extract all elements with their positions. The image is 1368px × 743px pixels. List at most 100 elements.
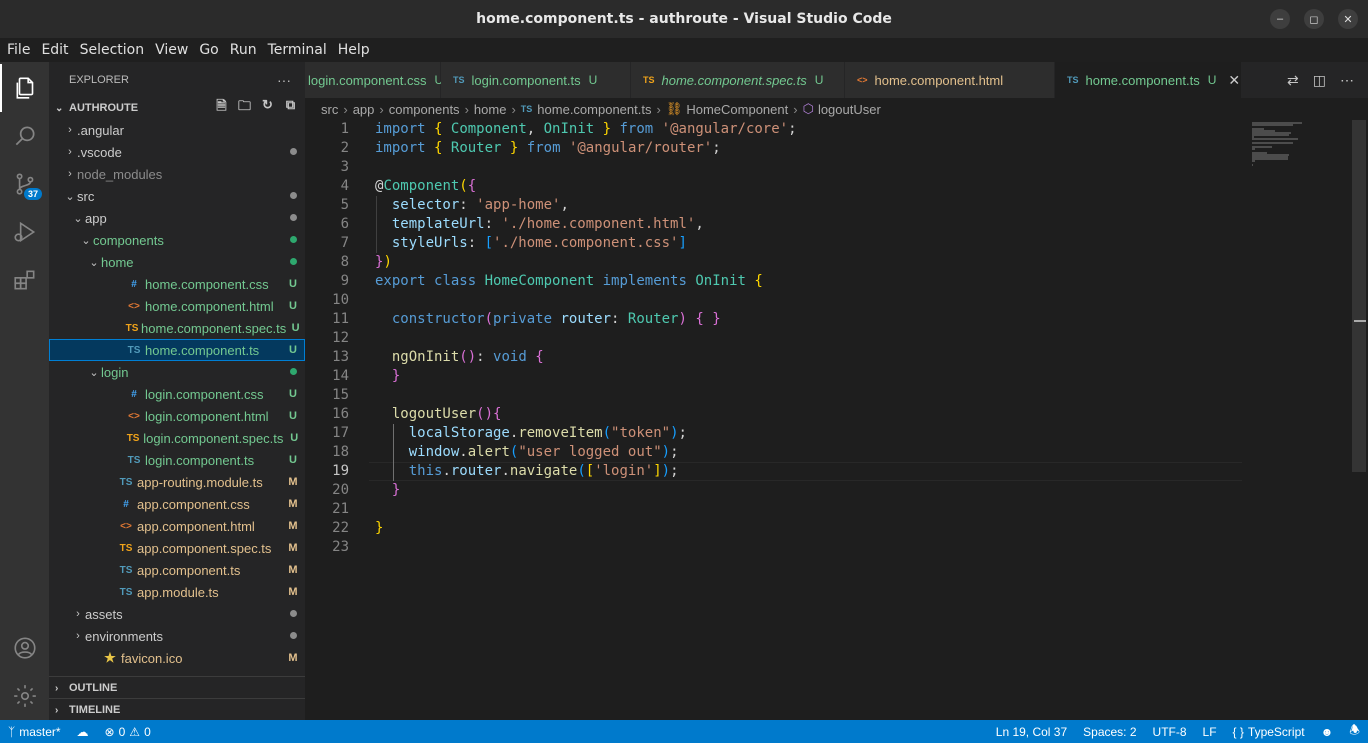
file-item[interactable]: # app.component.css M <box>49 493 305 515</box>
new-file-icon[interactable]: 🗎 <box>213 97 230 119</box>
code-line[interactable]: 17 localStorage.removeItem("token"); <box>305 424 1368 443</box>
split-editor-icon[interactable]: ◫ <box>1313 72 1326 89</box>
file-item[interactable]: <> home.component.html U <box>49 295 305 317</box>
minimize-icon[interactable]: – <box>1270 9 1290 29</box>
breadcrumb-item[interactable]: logoutUser <box>818 102 881 117</box>
branch-status[interactable]: ᛉ master* <box>0 725 69 739</box>
file-item[interactable]: TS home.component.ts U <box>49 339 305 361</box>
tab-login-component-css[interactable]: login.component.css U <box>305 62 443 98</box>
outline-section[interactable]: › OUTLINE <box>49 676 305 698</box>
source-control-icon[interactable]: 37 <box>0 160 49 208</box>
breadcrumb-item[interactable]: components <box>389 102 460 117</box>
code-line[interactable]: 1 import { Component, OnInit } from '@ang… <box>305 120 1368 139</box>
file-item[interactable]: <> login.component.html U <box>49 405 305 427</box>
code-line[interactable]: 11 constructor(private router: Router) {… <box>305 310 1368 329</box>
new-folder-icon[interactable]: 🗀 <box>236 97 253 119</box>
file-item[interactable]: TS app.module.ts M <box>49 581 305 603</box>
folder-item[interactable]: ⌄ components <box>49 229 305 251</box>
tab-home-component-html[interactable]: <> home.component.html <box>845 62 1055 98</box>
code-editor[interactable]: 1 import { Component, OnInit } from '@ang… <box>305 120 1368 720</box>
file-item[interactable]: TS login.component.spec.ts U <box>49 427 305 449</box>
breadcrumb-item[interactable]: home <box>474 102 507 117</box>
explorer-icon[interactable] <box>0 64 49 112</box>
folder-item[interactable]: ⌄ login <box>49 361 305 383</box>
file-item[interactable]: <> app.component.html M <box>49 515 305 537</box>
code-line[interactable]: 7 styleUrls: ['./home.component.css'] <box>305 234 1368 253</box>
code-line[interactable]: 8}) <box>305 253 1368 272</box>
menu-file[interactable]: File <box>3 42 34 58</box>
folder-item[interactable]: › environments <box>49 625 305 647</box>
code-line[interactable]: 15 <box>305 386 1368 405</box>
folder-item[interactable]: › assets <box>49 603 305 625</box>
refresh-icon[interactable]: ↻ <box>259 97 276 119</box>
end-of-line[interactable]: LF <box>1195 725 1225 739</box>
folder-item[interactable]: ⌄ app <box>49 207 305 229</box>
close-tab-icon[interactable]: ✕ <box>1228 72 1240 89</box>
code-line[interactable]: 3 <box>305 158 1368 177</box>
code-line[interactable]: 12 <box>305 329 1368 348</box>
breadcrumb-item[interactable]: src <box>321 102 338 117</box>
folder-item[interactable]: › node_modules <box>49 163 305 185</box>
tab-home-component-spec-ts[interactable]: TS home.component.spec.ts U <box>631 62 845 98</box>
code-line[interactable]: 14 } <box>305 367 1368 386</box>
more-actions-icon[interactable]: ··· <box>277 72 291 88</box>
open-changes-icon[interactable]: ⇄ <box>1287 72 1299 89</box>
menu-help[interactable]: Help <box>334 42 374 58</box>
code-line[interactable]: 6 templateUrl: './home.component.html', <box>305 215 1368 234</box>
manage-gear-icon[interactable] <box>0 672 49 720</box>
cursor-position[interactable]: Ln 19, Col 37 <box>988 725 1075 739</box>
file-item[interactable]: # home.component.css U <box>49 273 305 295</box>
timeline-section[interactable]: › TIMELINE <box>49 698 305 720</box>
search-icon[interactable] <box>0 112 49 160</box>
menu-view[interactable]: View <box>151 42 192 58</box>
code-line[interactable]: 23 <box>305 538 1368 557</box>
menu-run[interactable]: Run <box>226 42 261 58</box>
code-line[interactable]: 13 ngOnInit(): void { <box>305 348 1368 367</box>
language-mode[interactable]: { } TypeScript <box>1225 725 1313 739</box>
file-item[interactable]: TS app.component.ts M <box>49 559 305 581</box>
extensions-icon[interactable] <box>0 256 49 304</box>
code-line[interactable]: 21 <box>305 500 1368 519</box>
feedback-icon[interactable]: ☻ <box>1313 725 1342 739</box>
encoding[interactable]: UTF-8 <box>1145 725 1195 739</box>
sync-status[interactable]: ☁ <box>69 725 97 739</box>
code-line[interactable]: 9 export class HomeComponent implements O… <box>305 272 1368 291</box>
file-item[interactable]: TS login.component.ts U <box>49 449 305 471</box>
close-window-icon[interactable]: ✕ <box>1338 9 1358 29</box>
tab-login-component-ts[interactable]: TS login.component.ts U <box>441 62 631 98</box>
menu-terminal[interactable]: Terminal <box>264 42 331 58</box>
code-line[interactable]: 4 @Component({ <box>305 177 1368 196</box>
collapse-all-icon[interactable]: ⧉ <box>282 97 299 119</box>
project-section-header[interactable]: ⌄ AUTHROUTE 🗎 🗀 ↻ ⧉ <box>49 97 305 119</box>
more-actions-icon[interactable]: ⋯ <box>1340 72 1354 89</box>
code-line[interactable]: 2 import { Router } from '@angular/router… <box>305 139 1368 158</box>
breadcrumb-item[interactable]: home.component.ts <box>537 102 651 117</box>
file-item[interactable]: ★ favicon.ico M <box>49 647 305 669</box>
code-line[interactable]: 19 this.router.navigate(['login']); <box>305 462 1368 481</box>
file-item[interactable]: # login.component.css U <box>49 383 305 405</box>
tab-home-component-ts[interactable]: TS home.component.ts U ✕ <box>1055 62 1242 98</box>
problems-status[interactable]: ⊗ 0 ⚠ 0 <box>97 725 159 739</box>
breadcrumb-item[interactable]: app <box>353 102 375 117</box>
code-line[interactable]: 22} <box>305 519 1368 538</box>
menu-selection[interactable]: Selection <box>76 42 149 58</box>
menu-edit[interactable]: Edit <box>37 42 72 58</box>
accounts-icon[interactable] <box>0 624 49 672</box>
file-item[interactable]: TS home.component.spec.ts U <box>49 317 305 339</box>
folder-item[interactable]: ⌄ home <box>49 251 305 273</box>
indentation[interactable]: Spaces: 2 <box>1075 725 1144 739</box>
code-line[interactable]: 20 } <box>305 481 1368 500</box>
folder-item[interactable]: › .angular <box>49 119 305 141</box>
code-line[interactable]: 16 logoutUser(){ <box>305 405 1368 424</box>
code-line[interactable]: 10 <box>305 291 1368 310</box>
breadcrumb-item[interactable]: HomeComponent <box>686 102 788 117</box>
menu-go[interactable]: Go <box>195 42 222 58</box>
file-item[interactable]: TS app.component.spec.ts M <box>49 537 305 559</box>
run-debug-icon[interactable] <box>0 208 49 256</box>
code-line[interactable]: 5 selector: 'app-home', <box>305 196 1368 215</box>
file-item[interactable]: TS app-routing.module.ts M <box>49 471 305 493</box>
code-line[interactable]: 18 window.alert("user logged out"); <box>305 443 1368 462</box>
folder-item[interactable]: › .vscode <box>49 141 305 163</box>
maximize-icon[interactable]: ◻ <box>1304 9 1324 29</box>
notifications-bell-icon[interactable]: 🕭 <box>1341 721 1368 742</box>
